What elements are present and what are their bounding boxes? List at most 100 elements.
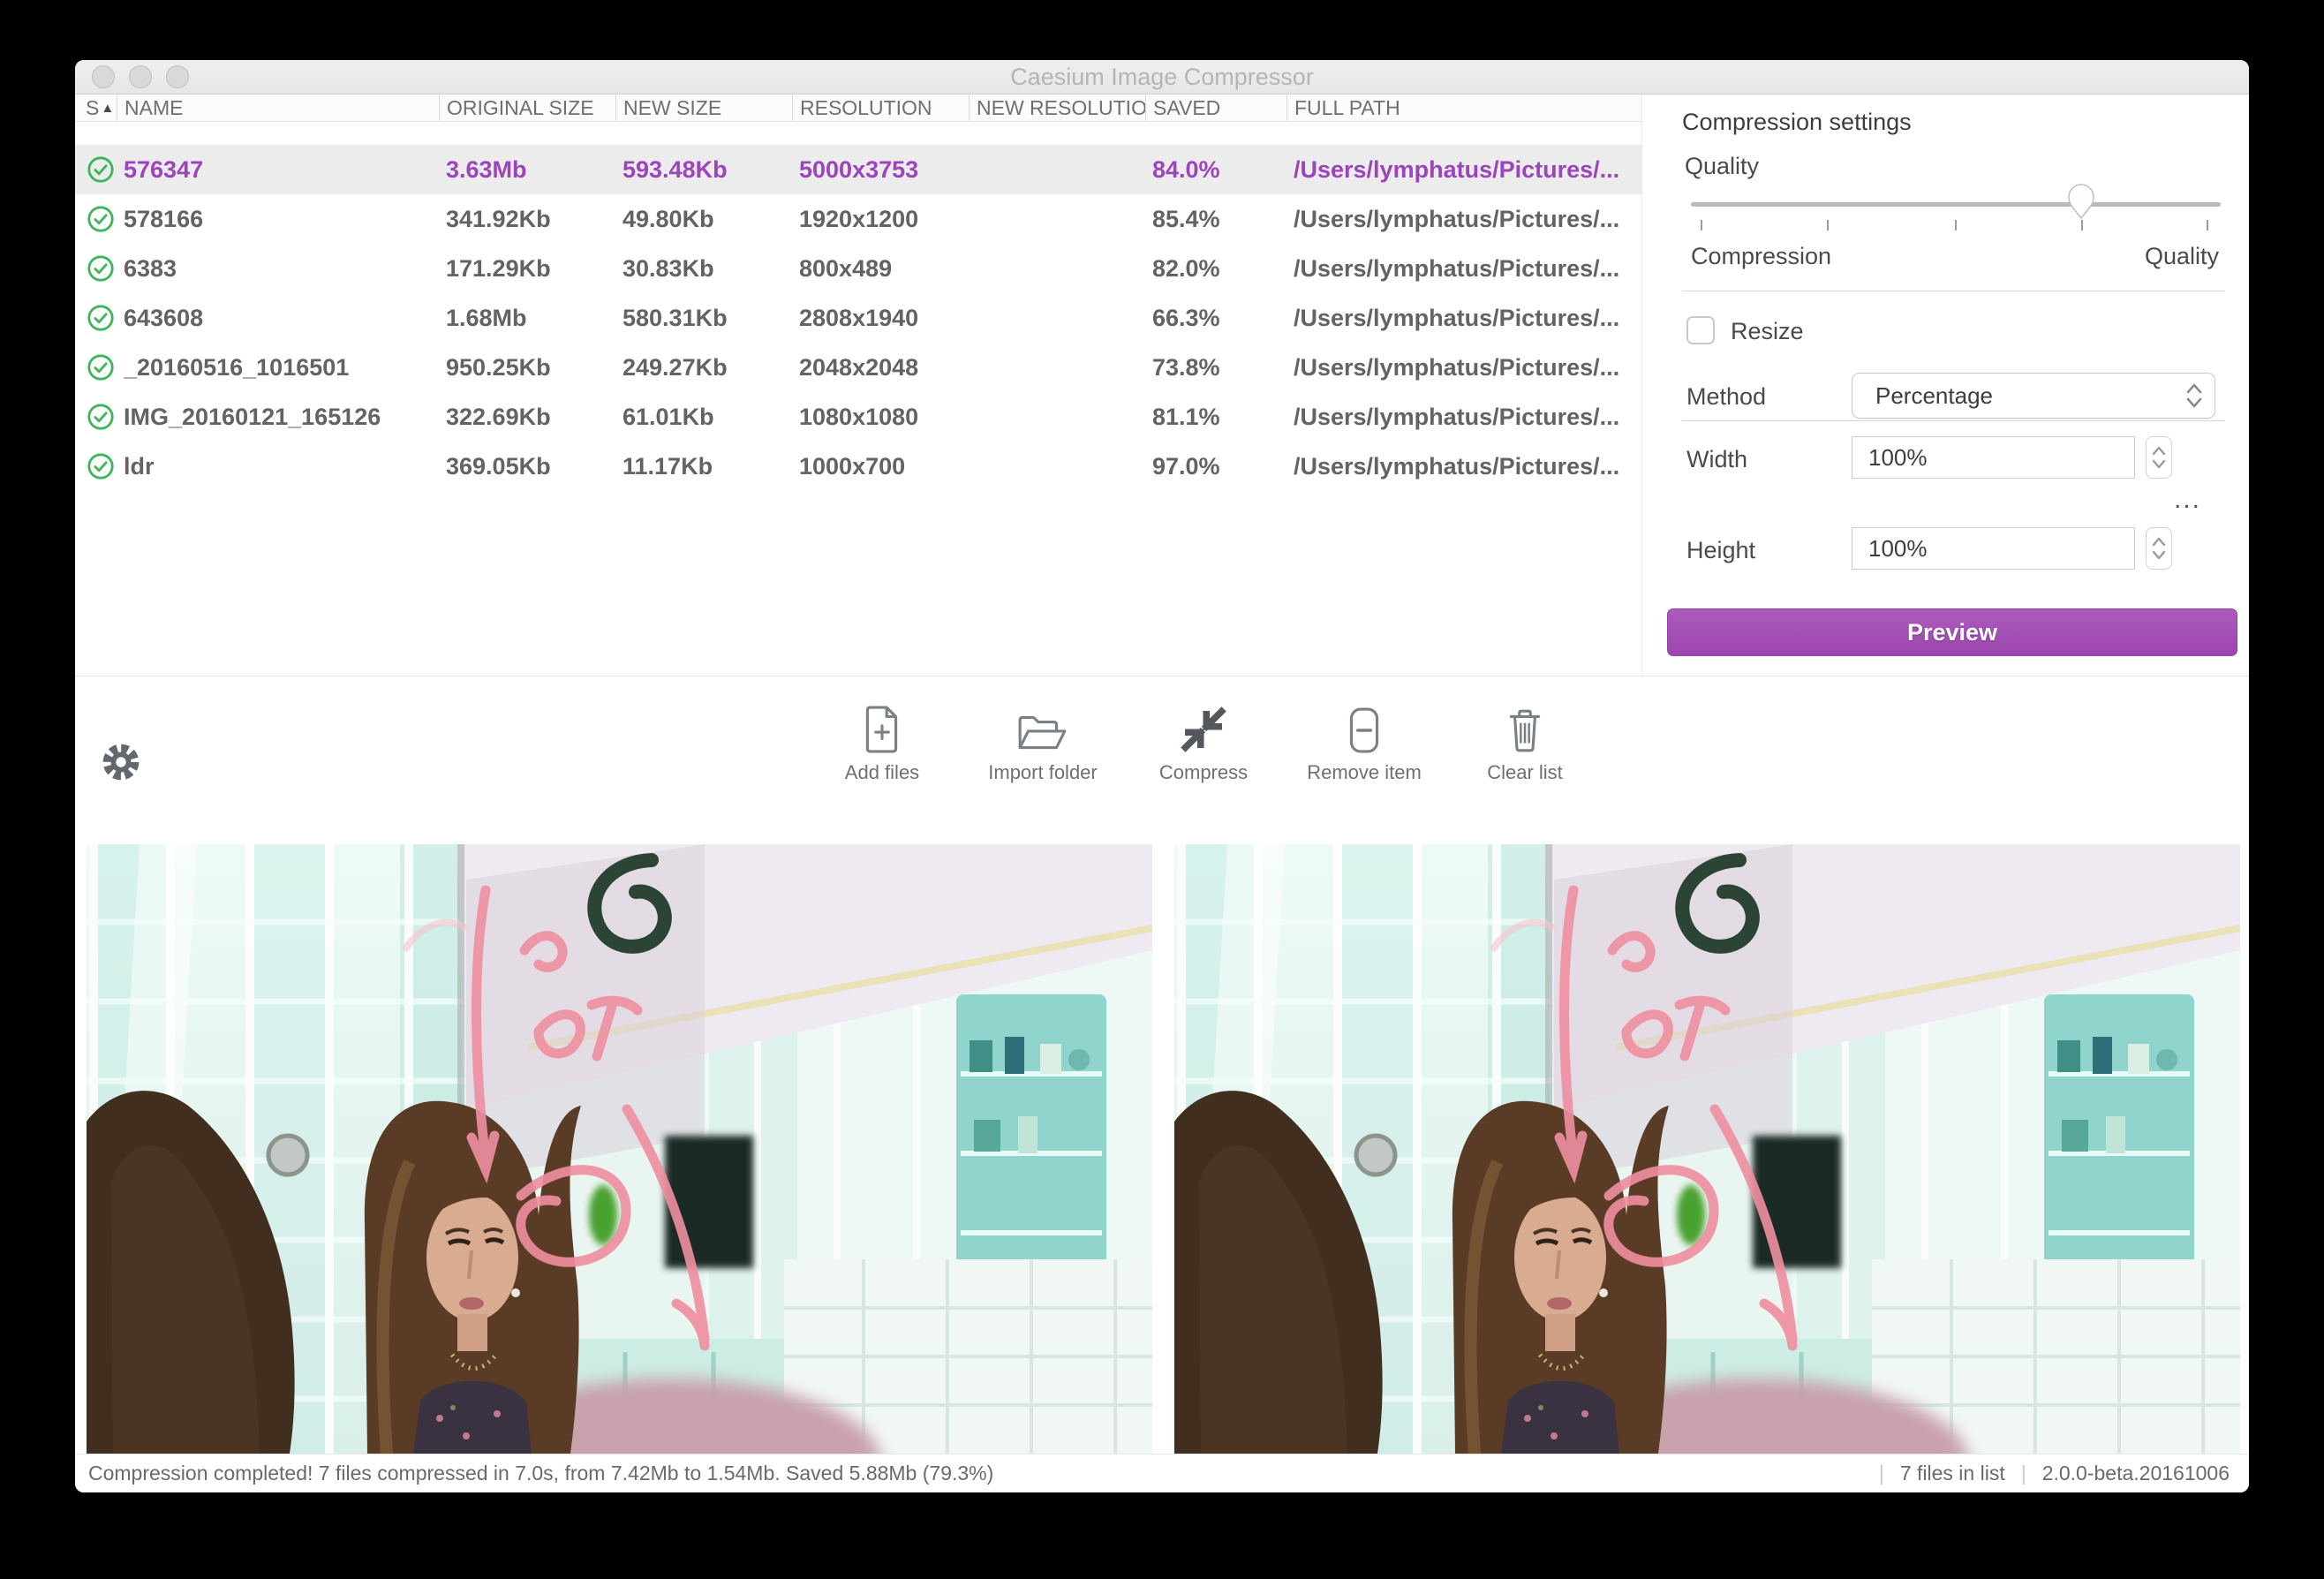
height-stepper[interactable] xyxy=(2146,527,2172,570)
minimize-window-button[interactable] xyxy=(129,65,152,88)
column-header-original-size[interactable]: ORIGINAL SIZE xyxy=(439,94,615,121)
close-window-button[interactable] xyxy=(92,65,115,88)
original-size: 341.92Kb xyxy=(446,206,622,233)
new-size: 593.48Kb xyxy=(622,156,799,184)
clear-list-button[interactable]: Clear list xyxy=(1465,699,1585,784)
status-separator: | xyxy=(2021,1462,2026,1485)
gear-icon xyxy=(100,741,142,783)
resize-checkbox[interactable] xyxy=(1686,316,1715,344)
column-header-new-size[interactable]: NEW SIZE xyxy=(615,94,792,121)
table-row[interactable]: ldr 369.05Kb 11.17Kb 1000x700 97.0% /Use… xyxy=(75,442,1641,491)
toolbar: Add files Import folder Compress Remove … xyxy=(75,676,2249,844)
status-message: Compression completed! 7 files compresse… xyxy=(88,1462,1879,1485)
keep-aspect-more-button[interactable]: ... xyxy=(2174,485,2201,515)
slider-tick xyxy=(1827,220,1829,230)
import-folder-button[interactable]: Import folder xyxy=(983,699,1103,784)
compress-button[interactable]: Compress xyxy=(1143,699,1264,784)
resolution: 1920x1200 xyxy=(799,206,976,233)
status-check-icon xyxy=(75,353,124,382)
column-header-saved[interactable]: SAVED xyxy=(1145,94,1286,121)
full-path: /Users/lymphatus/Pictures/... xyxy=(1294,453,1641,480)
method-select[interactable]: Percentage xyxy=(1852,373,2215,419)
toolbar-buttons: Add files Import folder Compress Remove … xyxy=(158,699,2249,784)
toolbar-label: Clear list xyxy=(1487,761,1563,784)
trash-icon xyxy=(1503,699,1547,754)
original-size: 369.05Kb xyxy=(446,453,622,480)
toolbar-label: Remove item xyxy=(1307,761,1422,784)
column-header-resolution[interactable]: RESOLUTION xyxy=(792,94,969,121)
column-header-full-path[interactable]: FULL PATH xyxy=(1286,94,1641,121)
column-status-label: S xyxy=(86,96,99,120)
resolution: 2808x1940 xyxy=(799,305,976,332)
status-bar: Compression completed! 7 files compresse… xyxy=(75,1454,2249,1492)
table-row[interactable]: 576347 3.63Mb 593.48Kb 5000x3753 84.0% /… xyxy=(75,145,1641,194)
column-header-status[interactable]: S ▲ xyxy=(75,94,117,121)
zoom-window-button[interactable] xyxy=(166,65,189,88)
width-input[interactable]: 100% xyxy=(1852,436,2135,479)
original-size: 3.63Mb xyxy=(446,156,622,184)
app-window: Caesium Image Compressor S ▲ NAME ORIGIN… xyxy=(75,60,2249,1492)
original-size: 950.25Kb xyxy=(446,354,622,382)
preview-button[interactable]: Preview xyxy=(1667,608,2237,656)
open-folder-icon xyxy=(1016,699,1069,754)
slider-tick xyxy=(1701,220,1702,230)
table-row[interactable]: 6383 171.29Kb 30.83Kb 800x489 82.0% /Use… xyxy=(75,244,1641,293)
saved-percent: 81.1% xyxy=(1152,404,1294,431)
status-check-icon xyxy=(75,304,124,332)
settings-heading: Compression settings xyxy=(1682,109,1912,136)
status-check-icon xyxy=(75,155,124,184)
full-path: /Users/lymphatus/Pictures/... xyxy=(1294,206,1641,233)
table-row[interactable]: IMG_20160121_165126 322.69Kb 61.01Kb 108… xyxy=(75,392,1641,442)
new-size: 61.01Kb xyxy=(622,404,799,431)
saved-percent: 97.0% xyxy=(1152,453,1294,480)
resolution: 800x489 xyxy=(799,255,976,283)
new-size: 11.17Kb xyxy=(622,453,799,480)
slider-left-label: Compression xyxy=(1691,243,1831,270)
table-body: 576347 3.63Mb 593.48Kb 5000x3753 84.0% /… xyxy=(75,145,1641,491)
saved-percent: 84.0% xyxy=(1152,156,1294,184)
column-header-new-resolution[interactable]: NEW RESOLUTION xyxy=(969,94,1145,121)
compress-arrows-icon xyxy=(1179,699,1228,754)
slider-tick xyxy=(2081,220,2083,230)
method-label: Method xyxy=(1686,383,1766,411)
file-name: 578166 xyxy=(124,206,446,233)
quality-label: Quality xyxy=(1685,153,1759,180)
original-size: 171.29Kb xyxy=(446,255,622,283)
resolution: 2048x2048 xyxy=(799,354,976,382)
add-file-icon xyxy=(860,699,904,754)
status-check-icon xyxy=(75,452,124,480)
column-header-name[interactable]: NAME xyxy=(117,94,439,121)
file-name: 576347 xyxy=(124,156,446,184)
file-name: 643608 xyxy=(124,305,446,332)
app-version: 2.0.0-beta.20161006 xyxy=(2042,1462,2230,1485)
resolution: 5000x3753 xyxy=(799,156,976,184)
resize-label: Resize xyxy=(1731,318,1804,345)
remove-item-icon xyxy=(1342,699,1386,754)
title-bar: Caesium Image Compressor xyxy=(75,60,2249,94)
table-row[interactable]: 643608 1.68Mb 580.31Kb 2808x1940 66.3% /… xyxy=(75,293,1641,343)
quality-slider-track[interactable] xyxy=(1691,202,2221,207)
slider-tick xyxy=(2207,220,2208,230)
height-input[interactable]: 100% xyxy=(1852,527,2135,570)
full-path: /Users/lymphatus/Pictures/... xyxy=(1294,404,1641,431)
original-size: 1.68Mb xyxy=(446,305,622,332)
preview-image-original xyxy=(87,844,1152,1454)
table-row[interactable]: 578166 341.92Kb 49.80Kb 1920x1200 85.4% … xyxy=(75,194,1641,244)
new-size: 580.31Kb xyxy=(622,305,799,332)
width-stepper[interactable] xyxy=(2146,436,2172,479)
table-row[interactable]: _20160516_1016501 950.25Kb 249.27Kb 2048… xyxy=(75,343,1641,392)
new-size: 49.80Kb xyxy=(622,206,799,233)
full-path: /Users/lymphatus/Pictures/... xyxy=(1294,156,1641,184)
compression-settings-panel: Compression settings Quality Compression… xyxy=(1641,94,2249,676)
file-name: IMG_20160121_165126 xyxy=(124,404,446,431)
add-files-button[interactable]: Add files xyxy=(822,699,942,784)
window-controls xyxy=(92,65,189,88)
method-selected-value: Percentage xyxy=(1852,382,2184,410)
status-check-icon xyxy=(75,403,124,431)
settings-gear-button[interactable] xyxy=(100,741,142,788)
sort-ascending-icon: ▲ xyxy=(101,101,114,116)
status-check-icon xyxy=(75,205,124,233)
remove-item-button[interactable]: Remove item xyxy=(1304,699,1424,784)
quality-slider-thumb[interactable] xyxy=(2066,183,2096,224)
resolution: 1000x700 xyxy=(799,453,976,480)
